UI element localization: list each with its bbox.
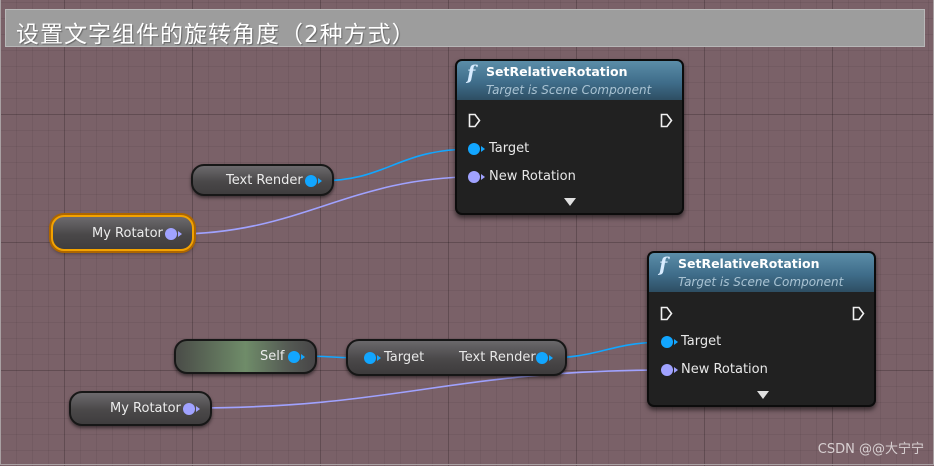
variable-node-my-rotator[interactable]: My Rotator <box>69 391 212 426</box>
node-header: f SetRelativeRotation Target is Scene Co… <box>457 61 682 100</box>
function-icon: f <box>659 254 668 276</box>
rotator-pin-icon[interactable] <box>165 228 182 240</box>
exec-in-pin-icon[interactable] <box>660 306 673 321</box>
node-title: SetRelativeRotation <box>678 256 820 271</box>
node-subtitle: Target is Scene Component <box>678 275 844 289</box>
object-pin-icon[interactable] <box>288 351 305 363</box>
exec-out-pin-icon[interactable] <box>852 306 865 321</box>
function-icon: f <box>467 62 476 84</box>
expand-arrow-icon[interactable] <box>564 198 576 206</box>
variable-label: Text Render <box>226 173 303 188</box>
rotator-pin-icon[interactable] <box>661 364 678 376</box>
getter-target-label: Target <box>384 350 425 365</box>
self-label: Self <box>260 349 285 364</box>
exec-out-pin-icon[interactable] <box>660 113 673 128</box>
node-header: f SetRelativeRotation Target is Scene Co… <box>649 253 874 292</box>
get-text-render-node[interactable]: Target Text Render <box>346 339 567 376</box>
node-subtitle: Target is Scene Component <box>486 83 652 97</box>
object-pin-icon[interactable] <box>536 352 553 364</box>
set-relative-rotation-node-2[interactable]: f SetRelativeRotation Target is Scene Co… <box>647 251 876 407</box>
new-rotation-pin-label: New Rotation <box>489 169 576 184</box>
self-reference-node[interactable]: Self <box>174 339 317 374</box>
target-pin-label: Target <box>489 141 530 156</box>
rotator-pin-icon[interactable] <box>183 403 200 415</box>
wire-text-render-to-target-1 <box>317 148 475 182</box>
object-pin-icon[interactable] <box>364 352 381 364</box>
object-pin-icon[interactable] <box>661 336 678 348</box>
rotator-pin-icon[interactable] <box>468 171 485 183</box>
set-relative-rotation-node-1[interactable]: f SetRelativeRotation Target is Scene Co… <box>455 59 684 215</box>
object-pin-icon[interactable] <box>305 175 322 187</box>
variable-label: My Rotator <box>92 226 163 241</box>
watermark: CSDN @@大宁宁 <box>817 442 924 457</box>
getter-output-label: Text Render <box>459 350 536 365</box>
exec-in-pin-icon[interactable] <box>468 113 481 128</box>
target-pin-label: Target <box>681 334 722 349</box>
variable-node-my-rotator-selected[interactable]: My Rotator <box>51 215 194 251</box>
variable-label: My Rotator <box>110 401 181 416</box>
expand-arrow-icon[interactable] <box>757 391 769 399</box>
node-title: SetRelativeRotation <box>486 64 628 79</box>
object-pin-icon[interactable] <box>468 143 485 155</box>
new-rotation-pin-label: New Rotation <box>681 362 768 377</box>
variable-node-text-render[interactable]: Text Render <box>191 164 334 196</box>
